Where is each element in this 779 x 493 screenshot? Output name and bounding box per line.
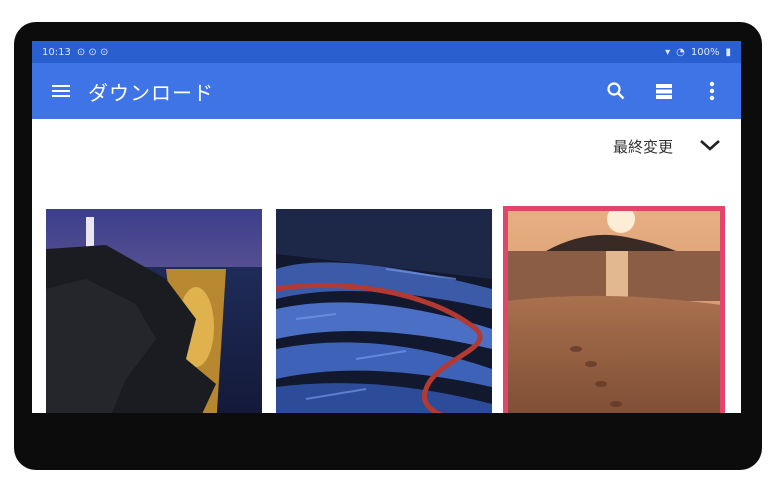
notification-icons: ⊙ ⊙ ⊙ (76, 46, 109, 58)
sort-label[interactable]: 最終変更 (613, 136, 673, 157)
app-bar: ダウンロード (32, 63, 741, 119)
app-screen: 10:13 ⊙ ⊙ ⊙ ▾ ◔ 100% ▮ ダウンロード 最終変更 (32, 41, 741, 413)
file-thumbnail[interactable] (276, 209, 492, 413)
battery-icon: ▮ (725, 46, 731, 58)
page-title: ダウンロード (88, 80, 214, 105)
menu-icon[interactable] (46, 76, 76, 106)
file-thumbnail[interactable] (46, 209, 262, 413)
search-icon[interactable] (601, 76, 631, 106)
file-thumbnail-selected[interactable] (503, 206, 725, 413)
status-bar: 10:13 ⊙ ⊙ ⊙ ▾ ◔ 100% ▮ (32, 41, 741, 63)
file-grid (46, 206, 725, 413)
grid-view-icon[interactable] (649, 76, 679, 106)
sort-control[interactable]: 最終変更 (613, 136, 721, 157)
battery-level: 100% (690, 46, 720, 58)
wifi-icon: ◔ (676, 46, 685, 58)
beach-sunset-image (506, 209, 722, 413)
more-vert-icon[interactable] (697, 76, 727, 106)
signal-icon: ▾ (665, 46, 671, 58)
chevron-down-icon[interactable] (699, 138, 721, 156)
lighthouse-image (46, 209, 262, 413)
status-time: 10:13 (42, 46, 71, 58)
terraced-fields-image (276, 209, 492, 413)
